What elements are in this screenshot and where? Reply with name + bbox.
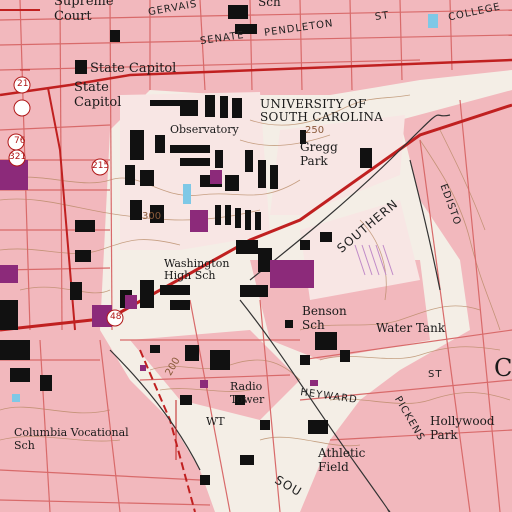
label-route-215: 215 <box>92 161 110 171</box>
label-route-321: 321 <box>9 152 27 162</box>
label-sch-top: Sch <box>258 0 281 9</box>
label-contour-250: 250 <box>305 125 325 136</box>
label-benson-sch: Benson Sch <box>302 304 347 332</box>
label-route-76: 76 <box>14 136 26 146</box>
label-cut-c: C <box>494 354 512 382</box>
label-columbia-vocational: Columbia Vocational Sch <box>14 426 129 452</box>
label-st-top: ST <box>374 10 391 23</box>
label-supreme-court: Supreme Court <box>54 0 114 24</box>
label-water-tank: Water Tank <box>376 321 446 335</box>
label-observatory: Observatory <box>170 123 239 136</box>
label-contour-300: 300 <box>142 211 162 222</box>
label-radio-tower: Radio Tower <box>230 380 265 406</box>
label-wt: WT <box>206 415 225 428</box>
label-hollywood-park: Hollywood Park <box>430 414 495 442</box>
topographic-map[interactable]: Supreme Court GERVAIS Sch COLLEGE SENATE… <box>0 0 512 512</box>
label-university: UNIVERSITY OF SOUTH CAROLINA <box>260 97 384 124</box>
label-state-capitol-2: State Capitol <box>74 80 122 110</box>
label-washington-high-sch: Washington High Sch <box>164 257 230 282</box>
label-athletic-field: Athletic Field <box>318 446 366 474</box>
label-st-heyward: ST <box>428 369 443 380</box>
label-gregg-park: Gregg Park <box>300 140 338 168</box>
label-route-21: 21 <box>17 79 29 89</box>
label-route-48: 48 <box>110 312 122 322</box>
label-state-capitol: State Capitol <box>90 61 177 76</box>
